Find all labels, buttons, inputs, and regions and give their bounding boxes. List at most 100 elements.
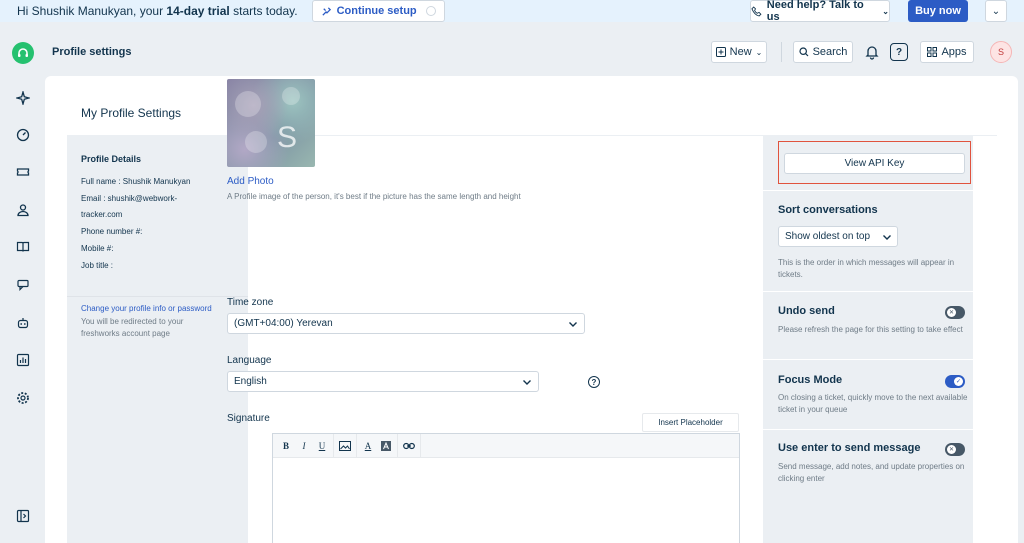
buy-now-button[interactable]: Buy now xyxy=(908,0,968,22)
sort-order-value: Show oldest on top xyxy=(785,231,871,242)
signature-label: Signature xyxy=(227,413,270,424)
nav-admin-gear-icon[interactable] xyxy=(13,388,33,408)
sort-order-select[interactable]: Show oldest on top xyxy=(778,226,898,247)
chevron-down-icon: ⌄ xyxy=(755,47,763,57)
help-talk-button[interactable]: Need help? Talk to us ⌄ xyxy=(750,0,890,23)
full-name-text: Full name : Shushik Manukyan xyxy=(81,177,191,186)
enter-to-send-desc: Send message, add notes, and update prop… xyxy=(778,462,965,483)
continue-setup-label: Continue setup xyxy=(336,5,417,17)
search-button[interactable]: Search xyxy=(793,41,853,63)
toolbar-separator xyxy=(397,433,398,458)
toggle-off-x-icon: ✕ xyxy=(947,445,956,454)
photo-initial: S xyxy=(277,121,298,154)
insert-placeholder-button[interactable]: Insert Placeholder xyxy=(642,413,739,432)
nav-bot-icon[interactable] xyxy=(13,313,33,333)
search-icon xyxy=(798,47,808,57)
nav-collapse-sidebar-icon[interactable] xyxy=(13,506,33,526)
signature-editor[interactable]: B I U A xyxy=(272,433,740,543)
enter-to-send-toggle[interactable]: ✕ xyxy=(945,443,965,456)
insert-link-icon[interactable] xyxy=(400,434,418,458)
redirect-note: You will be redirected to your freshwork… xyxy=(81,317,184,338)
help-question-icon[interactable]: ? xyxy=(890,43,908,61)
language-value: English xyxy=(234,376,267,387)
focus-mode-title: Focus Mode xyxy=(778,374,843,386)
setup-progress-icon xyxy=(425,6,436,16)
profile-photo[interactable]: S xyxy=(227,79,315,167)
bold-button[interactable]: B xyxy=(277,434,295,458)
profile-details-panel: Profile Details Full name : Shushik Manu… xyxy=(67,136,248,543)
left-navigation xyxy=(0,22,45,543)
language-label: Language xyxy=(227,355,272,366)
focus-mode-section: Focus Mode ✓ On closing a ticket, quickl… xyxy=(763,359,973,427)
nav-dashboard-gauge-icon[interactable] xyxy=(13,125,33,145)
details-divider xyxy=(67,296,248,297)
insert-image-icon[interactable] xyxy=(336,434,354,458)
page-header-title: Profile settings xyxy=(52,46,132,58)
toolbar-separator xyxy=(333,433,334,458)
enter-to-send-title: Use enter to send message xyxy=(778,442,921,454)
notifications-bell-icon[interactable] xyxy=(864,44,880,65)
add-photo-link[interactable]: Add Photo xyxy=(227,176,274,187)
profile-details-title: Profile Details xyxy=(81,154,142,164)
italic-button[interactable]: I xyxy=(295,434,313,458)
preferences-panel: View API Key Sort conversations Show old… xyxy=(763,136,973,543)
nav-tickets-icon[interactable] xyxy=(13,162,33,182)
help-talk-label: Need help? Talk to us xyxy=(766,0,864,23)
sort-conversations-title: Sort conversations xyxy=(778,204,878,216)
chevron-down-icon: ⌄ xyxy=(882,6,889,16)
focus-mode-toggle[interactable]: ✓ xyxy=(945,375,965,388)
language-help-icon[interactable]: ? xyxy=(588,376,600,388)
toolbar-separator xyxy=(356,433,357,458)
banner-collapse-button[interactable]: ⌄ xyxy=(985,0,1007,22)
chevron-down-icon xyxy=(523,380,531,385)
focus-mode-desc: On closing a ticket, quickly move to the… xyxy=(778,393,968,414)
apps-button[interactable]: Apps xyxy=(920,41,974,63)
photo-bokeh xyxy=(245,131,267,153)
user-avatar[interactable]: S xyxy=(990,41,1012,63)
freshdesk-logo-icon[interactable] xyxy=(12,42,34,64)
timezone-value: (GMT+04:00) Yerevan xyxy=(234,318,333,329)
sort-conversations-desc: This is the order in which messages will… xyxy=(778,258,955,279)
language-select[interactable]: English xyxy=(227,371,539,392)
new-button-label: New xyxy=(729,46,752,58)
chevron-down-icon: ⌄ xyxy=(991,5,1001,17)
setup-tools-icon xyxy=(321,6,331,16)
phone-text: Phone number #: xyxy=(81,227,143,236)
continue-setup-button[interactable]: Continue setup xyxy=(311,0,445,22)
background-color-icon[interactable] xyxy=(377,434,395,458)
undo-send-desc: Please refresh the page for this setting… xyxy=(778,325,963,334)
apps-grid-icon xyxy=(927,47,938,57)
nav-reports-chart-icon[interactable] xyxy=(13,350,33,370)
sort-conversations-section: Sort conversations Show oldest on top Th… xyxy=(763,190,973,288)
toggle-on-check-icon: ✓ xyxy=(954,377,963,386)
nav-ai-sparkle-icon[interactable] xyxy=(13,88,33,108)
api-key-highlight: View API Key xyxy=(778,141,971,184)
nav-knowledge-base-book-icon[interactable] xyxy=(13,237,33,257)
chevron-down-icon xyxy=(569,322,577,327)
chevron-down-icon xyxy=(883,235,891,240)
font-color-button[interactable]: A xyxy=(359,434,377,458)
photo-bokeh xyxy=(282,87,300,105)
page-title: My Profile Settings xyxy=(81,106,182,120)
new-button[interactable]: New ⌄ xyxy=(711,41,767,63)
underline-button[interactable]: U xyxy=(313,434,331,458)
timezone-label: Time zone xyxy=(227,297,274,308)
editor-toolbar: B I U A xyxy=(273,433,739,458)
toggle-off-x-icon: ✕ xyxy=(947,308,956,317)
undo-send-title: Undo send xyxy=(778,305,835,317)
header-divider xyxy=(781,42,782,62)
change-profile-link[interactable]: Change your profile info or password xyxy=(81,304,212,313)
apps-button-label: Apps xyxy=(941,46,967,58)
nav-contacts-user-icon[interactable] xyxy=(13,200,33,220)
toolbar-separator xyxy=(420,433,421,458)
photo-hint: A Profile image of the person, it's best… xyxy=(227,192,521,201)
nav-conversations-icon[interactable] xyxy=(13,275,33,295)
undo-send-toggle[interactable]: ✕ xyxy=(945,306,965,319)
plus-square-icon xyxy=(715,47,726,57)
email-text-line1: Email : shushik@webwork- xyxy=(81,194,178,203)
undo-send-section: Undo send ✕ Please refresh the page for … xyxy=(763,291,973,357)
job-title-text: Job title : xyxy=(81,261,114,270)
mobile-text: Mobile #: xyxy=(81,244,114,253)
view-api-key-button[interactable]: View API Key xyxy=(784,153,965,174)
timezone-select[interactable]: (GMT+04:00) Yerevan xyxy=(227,313,585,334)
